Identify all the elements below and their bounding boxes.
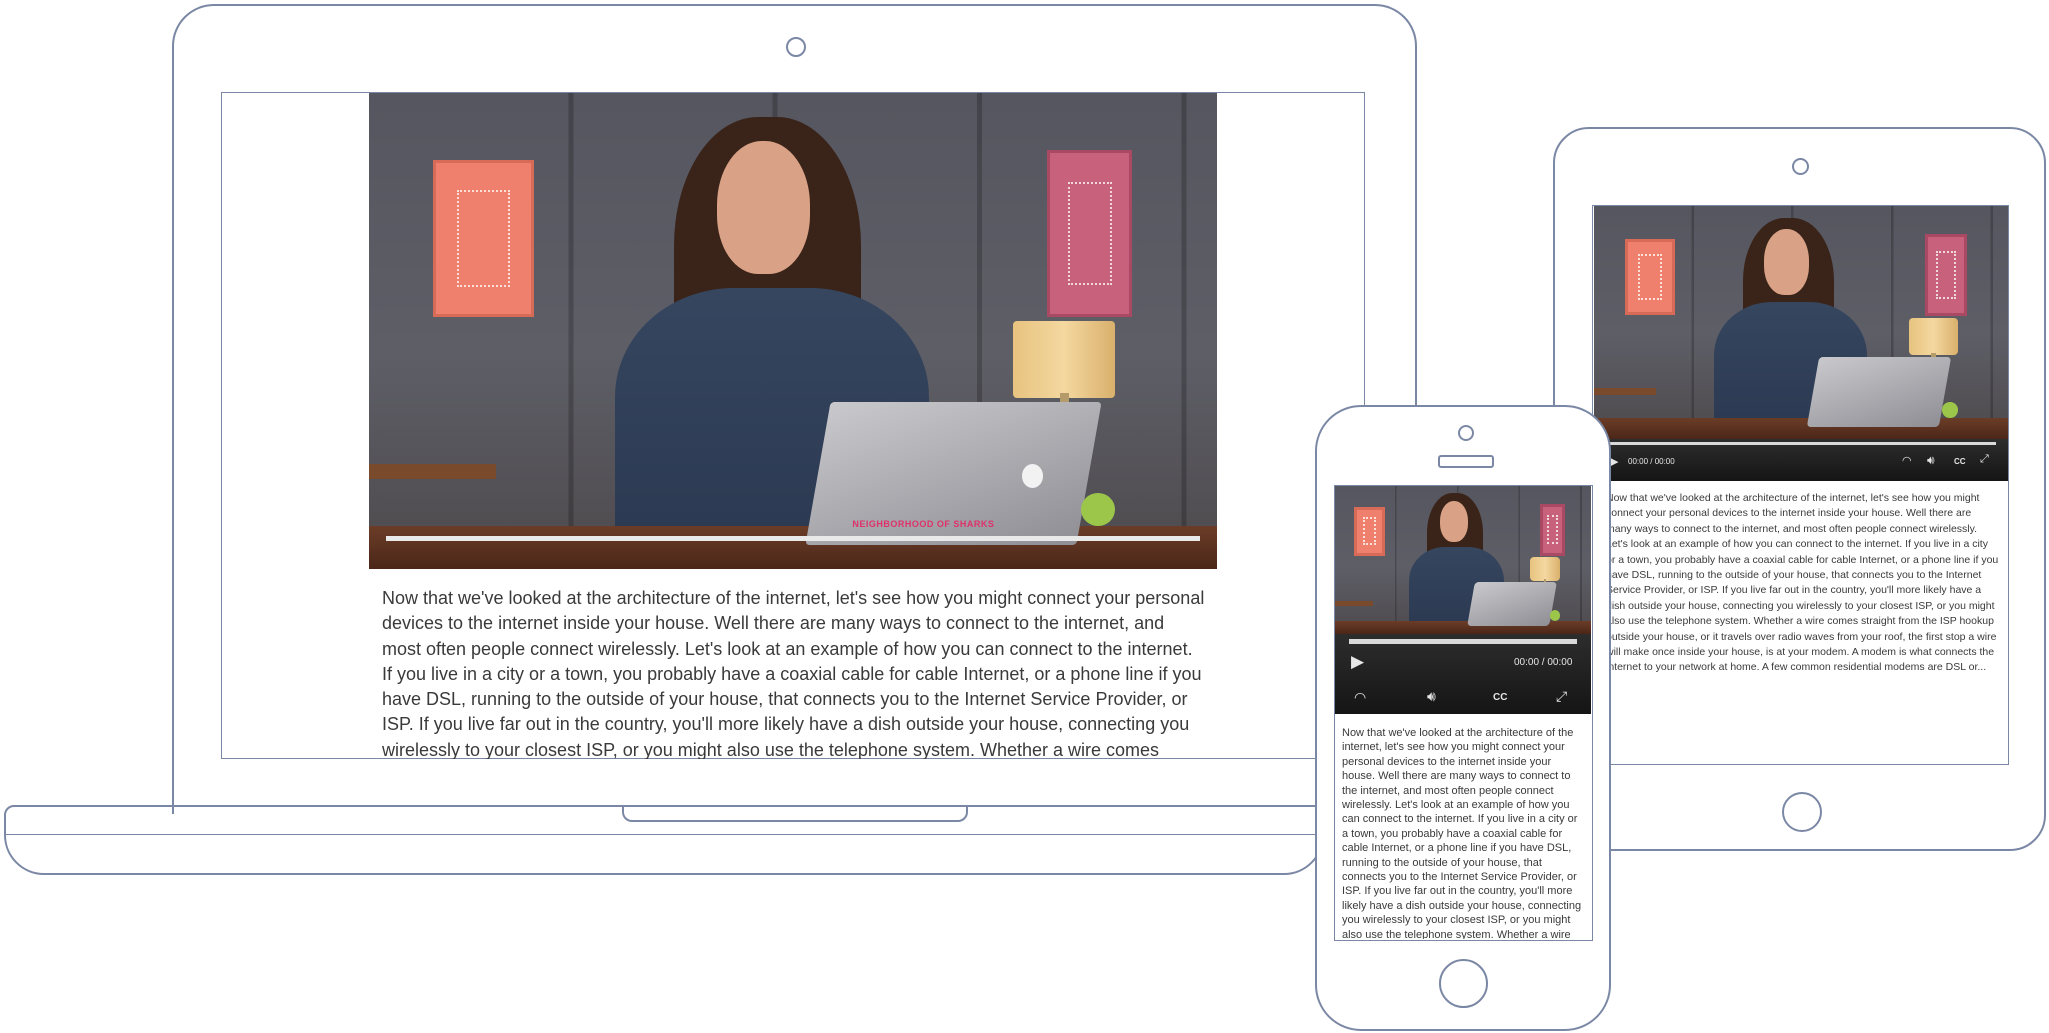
wall-art-left <box>1625 238 1675 316</box>
speedometer-icon[interactable]: ◠ <box>1902 454 1912 467</box>
cc-button[interactable]: CC <box>1954 457 1966 466</box>
desk <box>1335 620 1591 634</box>
fullscreen-icon[interactable]: ⤢ <box>1556 688 1567 705</box>
wall-art-left <box>1354 506 1385 556</box>
lamp-shade <box>1908 317 1959 356</box>
play-icon[interactable]: ▶ <box>1610 455 1618 468</box>
wall-art-right <box>1925 233 1967 316</box>
frog-sticker-icon <box>1550 610 1561 621</box>
lamp-shade <box>1529 557 1561 581</box>
wall-art-right <box>1539 503 1566 556</box>
lamp-shade <box>1013 321 1116 398</box>
desk <box>1594 418 2008 439</box>
video-progress-bar[interactable] <box>1608 442 1996 445</box>
video-player-tablet[interactable] <box>1594 206 2008 439</box>
phone-camera <box>1458 425 1474 441</box>
side-table <box>1594 387 1657 395</box>
laptop-hinge-line <box>4 834 1324 835</box>
time-display: 00:00 / 00:00 <box>1514 657 1573 668</box>
video-controls-phone: ▶ 00:00 / 00:00 ◠ 🔊︎ CC ⤢ <box>1335 634 1591 714</box>
desk <box>369 526 1217 569</box>
phone-home-button[interactable] <box>1439 959 1488 1008</box>
fullscreen-icon[interactable]: ⤢ <box>1980 453 1989 466</box>
watermark-text: NEIGHBORHOOD OF SHARKS <box>852 519 995 530</box>
video-player-laptop[interactable]: NEIGHBORHOOD OF SHARKS <box>369 93 1217 569</box>
presenter-face <box>1763 229 1810 295</box>
apple-logo-icon <box>1021 464 1044 489</box>
play-icon[interactable]: ▶ <box>1351 652 1364 672</box>
video-progress-bar[interactable] <box>385 535 1201 541</box>
speedometer-icon[interactable]: ◠ <box>1354 689 1366 706</box>
prop-laptop <box>1807 357 1953 428</box>
side-table <box>369 464 497 479</box>
transcript-phone: Now that we've looked at the architectur… <box>1342 727 1582 939</box>
laptop-camera <box>786 37 806 57</box>
video-player-phone[interactable] <box>1335 486 1591 634</box>
phone-speaker <box>1438 455 1494 468</box>
frog-sticker-icon <box>1081 492 1116 527</box>
tablet-camera <box>1792 158 1809 175</box>
side-table <box>1335 601 1374 606</box>
volume-icon[interactable]: 🔊︎ <box>1927 453 1935 468</box>
video-controls-tablet: ▶ 00:00 / 00:00 ◠ 🔊︎ CC ⤢ <box>1594 439 2008 481</box>
wall-art-right <box>1047 150 1133 317</box>
video-progress-bar[interactable] <box>1349 639 1577 644</box>
wall-art-left <box>432 159 535 317</box>
transcript-tablet: Now that we've looked at the architectur… <box>1606 492 1999 674</box>
presenter-face <box>716 140 810 274</box>
laptop-trackpad-notch <box>622 806 968 822</box>
time-display: 00:00 / 00:00 <box>1628 457 1675 466</box>
presenter-face <box>1439 500 1469 543</box>
tablet-home-button[interactable] <box>1782 792 1822 832</box>
frog-sticker-icon <box>1941 401 1959 419</box>
volume-icon[interactable]: 🔊︎ <box>1427 688 1436 705</box>
cc-button[interactable]: CC <box>1493 692 1507 703</box>
transcript-laptop: Now that we've looked at the architectur… <box>382 588 1205 759</box>
prop-laptop <box>1466 582 1557 627</box>
